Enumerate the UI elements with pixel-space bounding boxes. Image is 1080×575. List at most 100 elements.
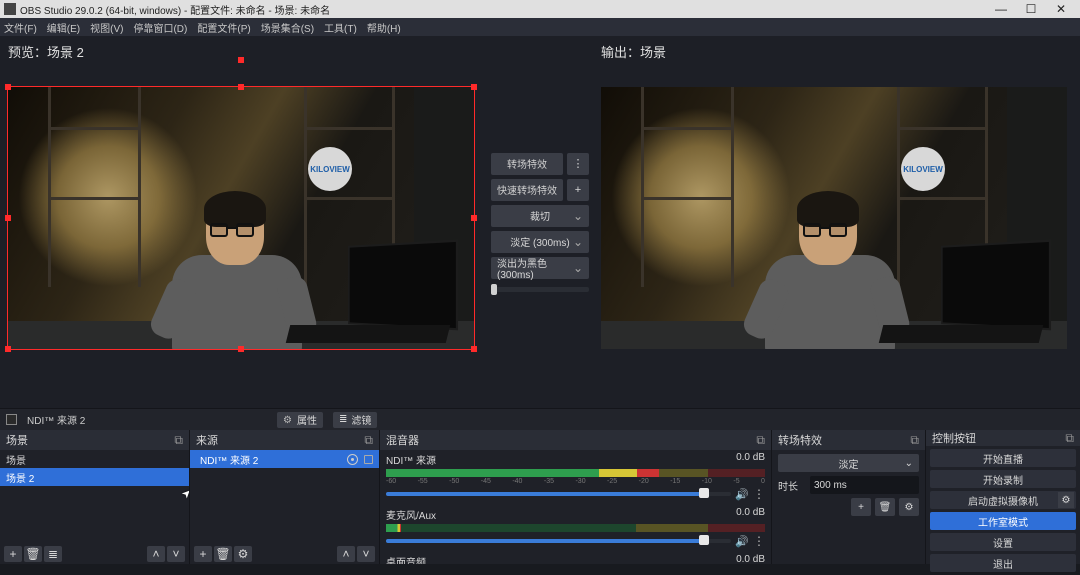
source-item[interactable]: NDI™ 来源 2 (190, 450, 379, 468)
control-button[interactable]: 设置 (930, 533, 1076, 551)
volume-slider[interactable] (386, 492, 731, 496)
remove-scene-button[interactable]: 🗑 (24, 546, 42, 562)
control-button[interactable]: 启动虚拟摄像机⚙ (930, 491, 1076, 509)
mixer-title: 混音器 (386, 432, 419, 448)
transition-button[interactable]: 转场特效 (491, 153, 563, 175)
transition-properties-button[interactable]: ⚙ (899, 498, 919, 516)
mixer-channel: NDI™ 来源0.0 dB-60-55-50-45-40-35-30-25-20… (380, 450, 771, 505)
source-properties-button[interactable]: 属性 (277, 412, 323, 428)
menu-bar: 文件(F) 编辑(E) 视图(V) 停靠窗口(D) 配置文件(P) 场景集合(S… (0, 18, 1080, 36)
program-canvas: KILOVIEW (601, 87, 1067, 349)
tbar-thumb[interactable] (491, 284, 497, 295)
audio-meter (386, 469, 765, 477)
source-up-button[interactable]: ˄ (337, 546, 355, 562)
window-minimize[interactable]: — (986, 2, 1016, 16)
add-transition-button[interactable]: + (851, 498, 871, 516)
scene-down-button[interactable]: ˅ (167, 546, 185, 562)
selected-source-name: NDI™ 来源 2 (27, 412, 85, 427)
volume-slider[interactable] (386, 539, 731, 543)
controls-body: 开始直播开始录制启动虚拟摄像机⚙ 工作室模式设置退出 (926, 446, 1080, 575)
transitions-title: 转场特效 (778, 432, 822, 448)
channel-db: 0.0 dB (736, 554, 765, 564)
preview-area: 预览：场景 2 KILOVIEW (0, 36, 1080, 408)
control-button[interactable]: 开始录制 (930, 470, 1076, 488)
transition-duration-label: 时长 (778, 478, 806, 493)
program-label: 输出：场景 (601, 42, 1072, 61)
quick-transition-label: 快速转场特效 (491, 179, 563, 201)
window-titlebar: OBS Studio 29.0.2 (64-bit, windows) - 配置… (0, 0, 1080, 18)
menu-scene-collection[interactable]: 场景集合(S) (261, 20, 314, 35)
sources-dock: 来源 ⧉ NDI™ 来源 2 + 🗑 ⚙ ˄ ˅ (190, 430, 380, 564)
channel-menu-button[interactable]: ⋮ (753, 534, 765, 548)
speaker-icon[interactable]: 🔊 (735, 535, 749, 548)
popout-icon[interactable]: ⧉ (364, 433, 373, 448)
menu-file[interactable]: 文件(F) (4, 20, 37, 35)
controls-dock: 控制按钮⧉ 开始直播开始录制启动虚拟摄像机⚙工作室模式设置退出 (926, 430, 1080, 564)
channel-name: 麦克风/Aux (386, 507, 436, 522)
quick-transition-fadeblack-300[interactable]: 淡出为黑色 (300ms) (491, 257, 589, 279)
transition-menu-button[interactable]: ⋮ (567, 153, 589, 175)
brand-logo: KILOVIEW (901, 147, 945, 191)
popout-icon[interactable]: ⧉ (174, 433, 183, 448)
add-source-button[interactable]: + (194, 546, 212, 562)
channel-name: NDI™ 来源 (386, 452, 436, 467)
sources-title: 来源 (196, 432, 218, 448)
gear-icon[interactable]: ⚙ (1058, 492, 1074, 508)
menu-edit[interactable]: 编辑(E) (47, 20, 80, 35)
window-maximize[interactable]: ☐ (1016, 2, 1046, 16)
menu-view[interactable]: 视图(V) (90, 20, 123, 35)
popout-icon[interactable]: ⧉ (756, 433, 765, 448)
transitions-body: 淡定 时长 300 ms + 🗑 ⚙ (772, 450, 925, 520)
menu-help[interactable]: 帮助(H) (367, 20, 401, 35)
mixer-dock: 混音器 ⧉ NDI™ 来源0.0 dB-60-55-50-45-40-35-30-… (380, 430, 772, 564)
control-button[interactable]: 工作室模式 (930, 512, 1076, 530)
channel-menu-button[interactable]: ⋮ (753, 487, 765, 501)
program-pane[interactable]: 输出：场景 KILOVIEW (593, 36, 1080, 408)
preview-canvas[interactable]: KILOVIEW (8, 87, 474, 349)
window-title: OBS Studio 29.0.2 (64-bit, windows) - 配置… (20, 2, 330, 17)
scenes-list[interactable]: 场景 场景 2 (0, 450, 189, 544)
speaker-icon[interactable]: 🔊 (735, 488, 749, 501)
docks-row: 场景 ⧉ 场景 场景 2 + 🗑 ≣ ˄ ˅ 来源 ⧉ NDI™ 来源 2 (0, 430, 1080, 564)
add-quick-transition-button[interactable]: + (567, 179, 589, 201)
window-close[interactable]: ✕ (1046, 2, 1076, 16)
sources-list[interactable]: NDI™ 来源 2 (190, 450, 379, 544)
control-button[interactable]: 开始直播 (930, 449, 1076, 467)
transition-duration-input[interactable]: 300 ms (810, 476, 919, 494)
quick-transition-fade-300[interactable]: 淡定 (300ms) (491, 231, 589, 253)
menu-docks[interactable]: 停靠窗口(D) (133, 20, 187, 35)
scene-item[interactable]: 场景 2 (0, 468, 189, 486)
source-filters-button[interactable]: ≣滤镜 (333, 412, 377, 428)
program-scene: KILOVIEW (601, 87, 1067, 349)
lock-icon[interactable] (364, 455, 373, 464)
scene-up-button[interactable]: ˄ (147, 546, 165, 562)
scene-filters-button[interactable]: ≣ (44, 546, 62, 562)
kebab-icon: ⋮ (573, 157, 584, 170)
remove-source-button[interactable]: 🗑 (214, 546, 232, 562)
source-type-icon (6, 414, 17, 425)
popout-icon[interactable]: ⧉ (910, 433, 919, 448)
menu-profile[interactable]: 配置文件(P) (197, 20, 250, 35)
control-button[interactable]: 退出 (930, 554, 1076, 572)
preview-label: 预览：场景 2 (8, 42, 479, 61)
remove-transition-button[interactable]: 🗑 (875, 498, 895, 516)
studio-transition-controls: 转场特效 ⋮ 快速转场特效 + 裁切 淡定 (300ms) 淡出为黑色 (300… (487, 36, 593, 408)
transition-select[interactable]: 淡定 (778, 454, 919, 472)
tbar-slider[interactable] (491, 287, 589, 292)
quick-transition-cut[interactable]: 裁切 (491, 205, 589, 227)
preview-scene: KILOVIEW (8, 87, 474, 349)
scenes-title: 场景 (6, 432, 28, 448)
preview-pane[interactable]: 预览：场景 2 KILOVIEW (0, 36, 487, 408)
eye-icon[interactable] (347, 454, 358, 465)
menu-tools[interactable]: 工具(T) (324, 20, 357, 35)
scenes-footer: + 🗑 ≣ ˄ ˅ (0, 544, 189, 564)
source-properties-button[interactable]: ⚙ (234, 546, 252, 562)
transitions-dock: 转场特效 ⧉ 淡定 时长 300 ms + 🗑 ⚙ (772, 430, 926, 564)
mixer-body: NDI™ 来源0.0 dB-60-55-50-45-40-35-30-25-20… (380, 450, 771, 564)
popout-icon[interactable]: ⧉ (1065, 431, 1074, 446)
source-item-label: NDI™ 来源 2 (200, 452, 258, 467)
scene-item[interactable]: 场景 (0, 450, 189, 468)
source-context-bar: NDI™ 来源 2 属性 ≣滤镜 (0, 408, 1080, 430)
source-down-button[interactable]: ˅ (357, 546, 375, 562)
add-scene-button[interactable]: + (4, 546, 22, 562)
